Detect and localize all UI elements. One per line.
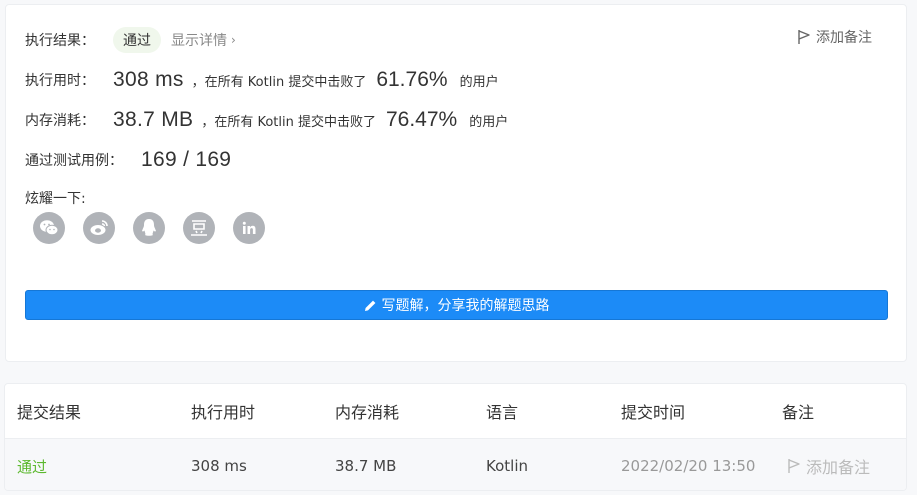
memory-value: 38.7 MB xyxy=(113,108,194,131)
wechat-icon[interactable] xyxy=(33,212,65,244)
row-add-note-button[interactable]: 添加备注 xyxy=(787,439,871,490)
header-memory: 内存消耗 xyxy=(335,403,400,422)
pencil-icon xyxy=(364,300,375,311)
add-note-label: 添加备注 xyxy=(816,30,872,46)
runtime-label: 执行用时： xyxy=(25,73,95,89)
show-details-link[interactable]: 显示详情 › xyxy=(171,30,236,50)
runtime-value: 308 ms xyxy=(113,68,184,91)
header-runtime: 执行用时 xyxy=(191,403,256,422)
row-add-note-label: 添加备注 xyxy=(806,458,871,477)
row-runtime: 308 ms xyxy=(191,457,247,475)
memory-row: 内存消耗： 38.7 MB ，在所有 Kotlin 提交中击败了 76.47% … xyxy=(25,108,508,132)
share-icons xyxy=(33,212,265,244)
chevron-right-icon: › xyxy=(231,33,236,47)
write-solution-button[interactable]: 写题解，分享我的解题思路 xyxy=(25,290,888,320)
runtime-beat-text: ，在所有 Kotlin 提交中击败了 xyxy=(191,74,367,90)
testcases-row: 通过测试用例： 169 / 169 xyxy=(25,148,231,172)
memory-beat-text: ，在所有 Kotlin 提交中击败了 xyxy=(201,114,376,130)
write-solution-label: 写题解，分享我的解题思路 xyxy=(381,298,550,314)
table-row[interactable]: 通过 308 ms 38.7 MB Kotlin 2022/02/20 13:5… xyxy=(5,438,906,490)
testcases-value: 169 / 169 xyxy=(141,148,232,171)
show-details-label: 显示详情 xyxy=(171,33,227,49)
row-language: Kotlin xyxy=(486,457,528,475)
submission-table: 提交结果 执行用时 内存消耗 语言 提交时间 备注 通过 308 ms 38.7… xyxy=(4,383,907,491)
table-header: 提交结果 执行用时 内存消耗 语言 提交时间 备注 xyxy=(5,384,906,438)
memory-percent: 76.47% xyxy=(385,108,458,131)
header-note: 备注 xyxy=(782,403,815,422)
runtime-suffix: 的用户 xyxy=(459,74,499,90)
row-submit-time: 2022/02/20 13:50 xyxy=(621,457,756,475)
submission-result-card: 执行结果： 通过 显示详情 › 添加备注 执行用时： 308 ms ，在所有 K… xyxy=(5,4,907,362)
weibo-icon[interactable] xyxy=(83,212,115,244)
runtime-percent: 61.76% xyxy=(376,68,448,91)
header-language: 语言 xyxy=(486,403,519,422)
header-result: 提交结果 xyxy=(17,403,82,422)
runtime-row: 执行用时： 308 ms ，在所有 Kotlin 提交中击败了 61.76% 的… xyxy=(25,68,499,92)
row-memory: 38.7 MB xyxy=(335,457,397,475)
header-submit-time: 提交时间 xyxy=(621,403,686,422)
add-note-button[interactable]: 添加备注 xyxy=(797,27,872,47)
flag-icon xyxy=(798,30,810,44)
douban-icon[interactable] xyxy=(183,212,215,244)
row-result-link[interactable]: 通过 xyxy=(17,439,47,490)
testcases-label: 通过测试用例： xyxy=(25,153,123,169)
status-badge: 通过 xyxy=(113,27,161,53)
share-label: 炫耀一下: xyxy=(25,191,86,207)
memory-label: 内存消耗： xyxy=(25,113,95,129)
memory-suffix: 的用户 xyxy=(469,114,509,130)
share-row: 炫耀一下: xyxy=(25,188,86,208)
result-label: 执行结果： xyxy=(25,33,95,49)
result-row: 执行结果： 通过 显示详情 › xyxy=(25,27,236,53)
flag-icon xyxy=(788,459,800,473)
qq-icon[interactable] xyxy=(133,212,165,244)
linkedin-icon[interactable] xyxy=(233,212,265,244)
